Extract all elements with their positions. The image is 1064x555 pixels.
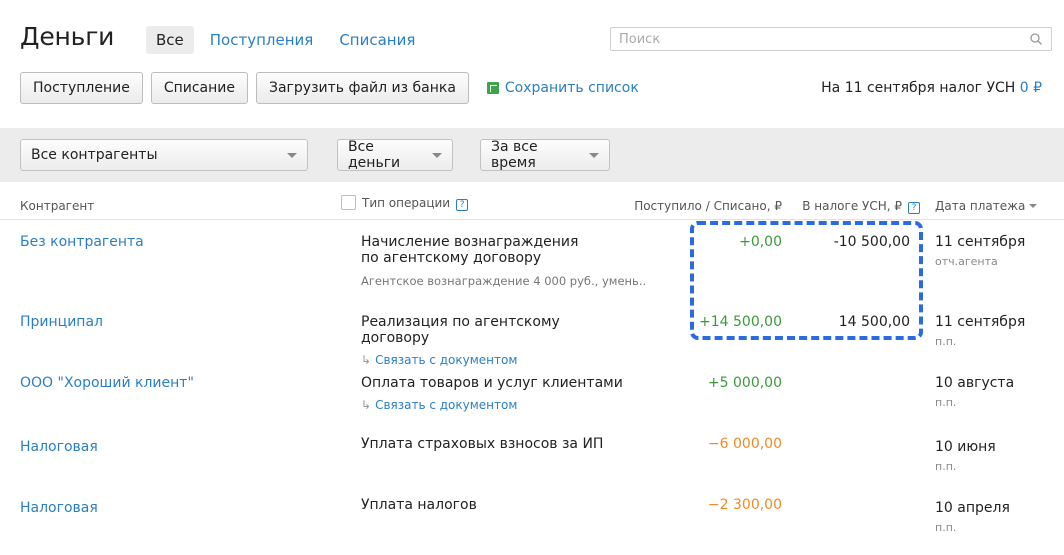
counterparty-filter-value: Все контрагенты xyxy=(31,147,158,163)
row-date: 11 сентября отч.агента xyxy=(935,234,1025,268)
row-operation-title: Оплата товаров и услуг клиентами xyxy=(361,375,623,391)
select-all-checkbox[interactable] xyxy=(341,195,356,210)
tab-all[interactable]: Все xyxy=(146,26,194,54)
column-tax-label: В налоге УСН, ₽ xyxy=(802,199,902,213)
row-doc-type: п.п. xyxy=(935,460,957,473)
link-document-link[interactable]: ↳ Связать с документом xyxy=(361,397,631,413)
row-date-value: 10 июня xyxy=(935,439,996,455)
chevron-down-icon xyxy=(287,152,297,158)
row-doc-type: п.п. xyxy=(935,335,957,348)
save-list-link[interactable]: Сохранить список xyxy=(486,80,639,96)
row-date: 10 апреля п.п. xyxy=(935,500,1010,534)
link-document-link[interactable]: ↳ Связать с документом xyxy=(361,352,631,368)
row-operation-title: Начисление вознаграждения по агентскому … xyxy=(361,234,579,266)
row-doc-type: п.п. xyxy=(935,521,957,534)
column-tax: В налоге УСН, ₽? xyxy=(802,199,920,214)
row-date: 11 сентября п.п. xyxy=(935,314,1025,348)
row-operation: Начисление вознаграждения по агентскому … xyxy=(361,234,646,289)
row-amount: +5 000,00 xyxy=(707,375,782,391)
row-tax-amount: -10 500,00 xyxy=(833,234,910,250)
row-operation-title: Уплата страховых взносов за ИП xyxy=(361,436,604,452)
row-counterparty-link[interactable]: Налоговая xyxy=(20,500,98,516)
view-tabs: Все Поступления Списания xyxy=(146,26,431,54)
search-icon[interactable] xyxy=(1029,32,1043,46)
tab-outgoing[interactable]: Списания xyxy=(329,26,425,54)
row-date-value: 10 августа xyxy=(935,375,1015,391)
page-title: Деньги xyxy=(20,22,115,51)
counterparty-filter[interactable]: Все контрагенты xyxy=(20,139,308,171)
help-icon[interactable]: ? xyxy=(456,199,469,211)
save-list-label: Сохранить список xyxy=(504,80,639,96)
return-arrow-icon: ↳ xyxy=(361,398,372,412)
row-operation: Реализация по агентскому договору ↳ Связа… xyxy=(361,314,631,368)
row-operation: Оплата товаров и услуг клиентами ↳ Связат… xyxy=(361,375,631,413)
row-operation: Уплата страховых взносов за ИП xyxy=(361,436,631,452)
row-date-value: 11 сентября xyxy=(935,314,1026,330)
row-amount: +14 500,00 xyxy=(699,314,782,330)
column-date[interactable]: Дата платежа xyxy=(935,199,1038,213)
money-filter-value: Все деньги xyxy=(348,139,401,171)
row-date: 10 августа п.п. xyxy=(935,375,1014,409)
period-filter-value: За все время xyxy=(491,139,538,171)
help-icon[interactable]: ? xyxy=(908,202,920,214)
column-operation: Тип операции? xyxy=(341,195,469,211)
chevron-down-icon xyxy=(432,152,442,158)
tab-incoming[interactable]: Поступления xyxy=(200,26,324,54)
tax-summary: На 11 сентября налог УСН 0 ₽ xyxy=(821,80,1042,96)
link-document-label: Связать с документом xyxy=(375,398,518,412)
sort-down-icon xyxy=(1029,204,1038,208)
action-toolbar: Поступление Списание Загрузить файл из б… xyxy=(20,72,639,104)
row-counterparty-link[interactable]: Без контрагента xyxy=(20,234,144,250)
row-counterparty-link[interactable]: Налоговая xyxy=(20,439,98,455)
row-doc-type: п.п. xyxy=(935,396,957,409)
column-counterparty: Контрагент xyxy=(20,199,95,213)
row-amount: −6 000,00 xyxy=(707,436,782,452)
row-operation-title: Реализация по агентскому договору xyxy=(361,314,560,346)
column-operation-label: Тип операции xyxy=(362,196,451,210)
search-box xyxy=(610,27,1052,51)
row-doc-type: отч.агента xyxy=(935,255,998,268)
tax-summary-amount[interactable]: 0 ₽ xyxy=(1020,80,1042,96)
row-date-value: 10 апреля xyxy=(935,500,1010,516)
column-date-label: Дата платежа xyxy=(935,199,1026,213)
row-operation-title: Уплата налогов xyxy=(361,497,477,513)
row-amount: +0,00 xyxy=(739,234,782,250)
tax-summary-text: На 11 сентября налог УСН xyxy=(821,80,1016,96)
chevron-down-icon xyxy=(589,152,599,158)
add-incoming-button[interactable]: Поступление xyxy=(20,72,143,104)
row-operation-note: Агентское вознаграждение 4 000 руб., уме… xyxy=(361,274,646,288)
row-date-value: 11 сентября xyxy=(935,234,1026,250)
row-counterparty-link[interactable]: Принципал xyxy=(20,314,103,330)
row-operation: Уплата налогов xyxy=(361,497,631,513)
period-filter[interactable]: За все время xyxy=(480,139,610,171)
page-header: Деньги Все Поступления Списания Поступле… xyxy=(0,0,1064,128)
link-document-label: Связать с документом xyxy=(375,353,518,367)
row-amount: −2 300,00 xyxy=(707,497,782,513)
filter-bar: Все контрагенты Все деньги За все время xyxy=(0,128,1064,182)
column-amount: Поступило / Списано, ₽ xyxy=(634,199,782,213)
table-header: Контрагент Тип операции? Поступило / Спи… xyxy=(0,182,1064,220)
excel-icon xyxy=(486,82,499,94)
return-arrow-icon: ↳ xyxy=(361,353,372,367)
money-filter[interactable]: Все деньги xyxy=(337,139,453,171)
row-counterparty-link[interactable]: ООО "Хороший клиент" xyxy=(20,375,194,391)
row-date: 10 июня п.п. xyxy=(935,439,996,473)
row-tax-amount: 14 500,00 xyxy=(838,314,910,330)
search-input[interactable] xyxy=(611,28,1011,50)
add-outgoing-button[interactable]: Списание xyxy=(150,72,248,104)
upload-bank-file-button[interactable]: Загрузить файл из банка xyxy=(255,72,469,104)
